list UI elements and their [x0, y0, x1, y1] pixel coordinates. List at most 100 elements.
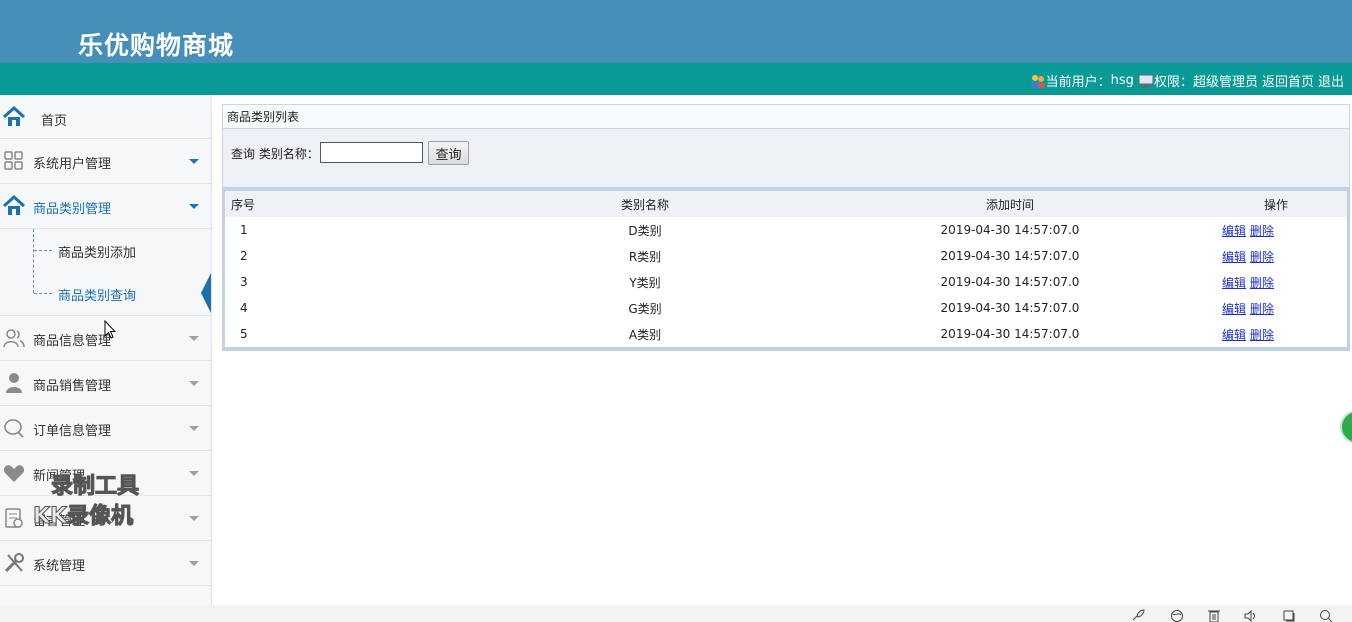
rocket-icon[interactable] — [1131, 609, 1145, 622]
home-icon — [2, 105, 26, 128]
mouse-cursor-icon — [104, 319, 117, 340]
chevron-down-icon — [189, 381, 199, 386]
back-home-link[interactable]: 返回首页 — [1262, 71, 1314, 90]
heart-icon — [3, 462, 25, 484]
cell-no: 3 — [240, 275, 248, 289]
delete-link[interactable]: 删除 — [1250, 328, 1274, 342]
active-pointer-icon — [201, 273, 211, 313]
category-submenu: 商品类别添加 商品类别查询 — [0, 229, 211, 316]
search-label: 查询 类别名称： — [231, 147, 319, 161]
search-icon[interactable] — [1319, 609, 1333, 622]
sidebar-item-label: 系统管理 — [33, 559, 86, 574]
cell-time: 2019-04-30 14:57:07.0 — [940, 223, 1080, 237]
users-icon — [3, 327, 25, 349]
table-row: 2 R类别 2019-04-30 14:57:07.0 编辑 删除 — [225, 243, 1347, 269]
sidebar-item-home[interactable]: 首页 — [0, 95, 211, 139]
globe-icon[interactable] — [1170, 609, 1184, 622]
current-user-name: hsg — [1110, 73, 1134, 88]
delete-link[interactable]: 删除 — [1250, 224, 1274, 238]
top-bar: 当前用户： hsg 权限： 超级管理员 返回首页 退出 — [0, 63, 1352, 95]
submenu-connector — [34, 250, 52, 251]
permission-value: 超级管理员 — [1192, 75, 1258, 90]
bottom-toolbar — [0, 605, 1352, 622]
trash-icon[interactable] — [1207, 609, 1221, 622]
volume-icon[interactable] — [1244, 609, 1258, 622]
logout-link[interactable]: 退出 — [1318, 71, 1344, 90]
column-header-actions: 操作 — [1263, 197, 1288, 212]
current-user-label: 当前用户： — [1045, 75, 1111, 90]
edit-link[interactable]: 编辑 — [1222, 328, 1246, 342]
sidebar-item-orders[interactable]: 订单信息管理 — [0, 406, 211, 451]
chevron-down-icon — [189, 336, 199, 341]
cell-actions: 编辑 删除 — [1205, 243, 1347, 269]
cell-name: Y类别 — [629, 275, 661, 290]
table-header-row: 序号 类别名称 添加时间 操作 — [225, 191, 1347, 217]
cell-time: 2019-04-30 14:57:07.0 — [940, 275, 1080, 289]
sidebar-item-label: 商品类别管理 — [33, 202, 112, 217]
cell-actions: 编辑 删除 — [1205, 217, 1347, 243]
subitem-label: 商品类别查询 — [58, 289, 137, 304]
table-row: 3 Y类别 2019-04-30 14:57:07.0 编辑 删除 — [225, 269, 1347, 295]
sidebar-item-system-users[interactable]: 系统用户管理 — [0, 139, 211, 184]
delete-link[interactable]: 删除 — [1250, 302, 1274, 316]
chevron-down-icon — [189, 516, 199, 521]
chevron-down-icon — [189, 426, 199, 431]
column-header-time: 添加时间 — [985, 197, 1034, 212]
sidebar-item-product-sales[interactable]: 商品销售管理 — [0, 361, 211, 406]
delete-link[interactable]: 删除 — [1250, 250, 1274, 264]
cell-name: G类别 — [628, 301, 662, 316]
subitem-label: 商品类别添加 — [58, 246, 137, 261]
cell-no: 5 — [240, 327, 248, 341]
watermark-line1: 录制工具 — [50, 474, 140, 500]
user-icon — [1030, 73, 1046, 89]
edit-link[interactable]: 编辑 — [1222, 224, 1246, 238]
panel-title: 商品类别列表 — [222, 104, 1350, 129]
sidebar-item-label: 商品信息管理 — [33, 334, 112, 349]
cell-no: 4 — [240, 301, 248, 315]
sidebar-subitem-category-add[interactable]: 商品类别添加 — [0, 229, 211, 272]
recorder-watermark: 录制工具 KK录像机 — [32, 472, 140, 532]
sidebar-item-category[interactable]: 商品类别管理 — [0, 184, 211, 229]
chevron-down-icon — [189, 471, 199, 476]
cell-name: D类别 — [628, 223, 662, 238]
category-name-input[interactable] — [320, 142, 423, 163]
edit-link[interactable]: 编辑 — [1222, 302, 1246, 316]
app-header: 乐优购物商城 — [0, 0, 1352, 63]
floating-widget-button[interactable] — [1340, 410, 1352, 444]
chevron-down-icon — [189, 159, 199, 164]
user-info: 当前用户： hsg 权限： 超级管理员 返回首页 退出 — [1030, 71, 1344, 90]
delete-link[interactable]: 删除 — [1250, 276, 1274, 290]
watermark-line2: KK录像机 — [32, 504, 134, 530]
window-icon[interactable] — [1282, 609, 1296, 622]
category-table: 序号 类别名称 添加时间 操作 1 D类别 2019-04-30 14:57:0… — [222, 187, 1350, 351]
app-title: 乐优购物商城 — [78, 31, 235, 60]
edit-link[interactable]: 编辑 — [1222, 276, 1246, 290]
grid-icon — [3, 150, 25, 172]
tools-icon — [3, 552, 25, 574]
edit-link[interactable]: 编辑 — [1222, 250, 1246, 264]
sidebar-subitem-category-query[interactable]: 商品类别查询 — [0, 272, 211, 315]
main-content: 商品类别列表 查询 类别名称： 查询 序号 类别名称 添加时间 操作 1 D类别… — [222, 104, 1350, 351]
cell-no: 1 — [240, 223, 248, 237]
sidebar-item-system[interactable]: 系统管理 — [0, 541, 211, 586]
sidebar-item-label: 首页 — [41, 114, 68, 129]
cell-name: R类别 — [628, 249, 662, 264]
cell-actions: 编辑 删除 — [1205, 295, 1347, 321]
table-row: 5 A类别 2019-04-30 14:57:07.0 编辑 删除 — [225, 321, 1347, 347]
search-form: 查询 类别名称： 查询 — [222, 129, 1350, 187]
chevron-down-icon — [189, 204, 199, 209]
user-icon — [3, 372, 25, 394]
monitor-icon — [1138, 73, 1154, 89]
column-header-no: 序号 — [231, 197, 256, 212]
doc-icon — [3, 507, 25, 529]
column-header-name: 类别名称 — [620, 197, 669, 212]
submenu-connector — [34, 293, 52, 294]
sidebar-item-label: 商品销售管理 — [33, 379, 112, 394]
search-button[interactable]: 查询 — [428, 141, 469, 165]
chat-icon — [3, 417, 25, 439]
cell-no: 2 — [240, 249, 248, 263]
permission-label: 权限： — [1153, 75, 1193, 90]
cell-time: 2019-04-30 14:57:07.0 — [940, 249, 1080, 263]
cell-actions: 编辑 删除 — [1205, 269, 1347, 295]
cell-time: 2019-04-30 14:57:07.0 — [940, 301, 1080, 315]
